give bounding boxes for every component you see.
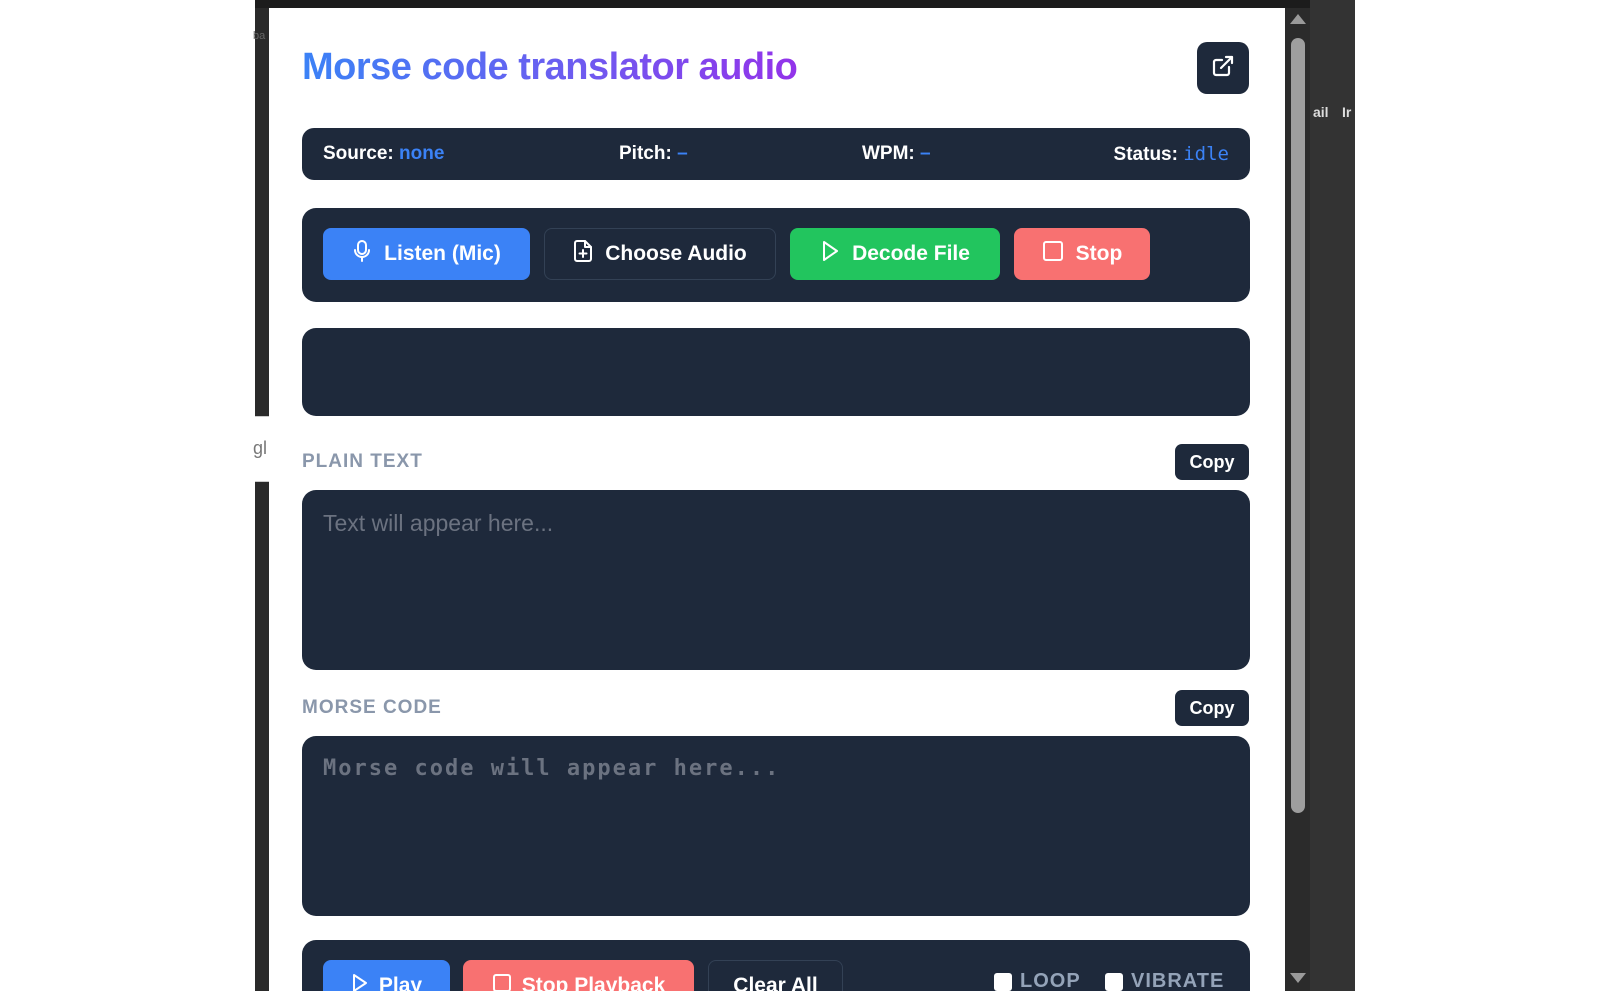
stop-playback-label: Stop Playback xyxy=(521,974,666,991)
loop-label: LOOP xyxy=(1020,970,1081,991)
play-button[interactable]: Play xyxy=(323,960,450,991)
playback-bar: Play Stop Playback Clear All LOOP VIBRAT… xyxy=(302,940,1250,991)
open-external-button[interactable] xyxy=(1197,42,1249,94)
signal-visualizer xyxy=(302,328,1250,416)
scrollbar[interactable] xyxy=(1286,8,1310,991)
stop-square-icon xyxy=(492,973,512,991)
background-text: gl xyxy=(253,438,268,458)
listen-mic-label: Listen (Mic) xyxy=(384,242,501,265)
vibrate-checkbox[interactable] xyxy=(1105,972,1123,991)
stop-square-icon xyxy=(1042,240,1064,268)
background-top-strip xyxy=(255,0,1355,8)
status-value: idle xyxy=(1183,143,1229,165)
loop-option: LOOP xyxy=(994,970,1081,991)
stop-playback-button[interactable]: Stop Playback xyxy=(463,960,694,991)
play-label: Play xyxy=(378,974,423,991)
scroll-down-arrow-icon[interactable] xyxy=(1290,973,1306,983)
external-link-icon xyxy=(1211,54,1235,83)
status-stat: Status: idle xyxy=(1114,143,1229,166)
action-bar: Listen (Mic) Choose Audio Decode File St… xyxy=(302,208,1250,302)
scroll-up-arrow-icon[interactable] xyxy=(1290,14,1306,24)
loop-checkbox[interactable] xyxy=(994,972,1012,991)
morse-code-area[interactable] xyxy=(302,736,1250,916)
choose-audio-button[interactable]: Choose Audio xyxy=(544,228,776,280)
wpm-value: – xyxy=(920,143,931,164)
wpm-stat: WPM: – xyxy=(862,143,931,165)
pitch-value: – xyxy=(677,143,688,164)
background-right-strip xyxy=(1310,0,1355,991)
pitch-label: Pitch: xyxy=(619,143,672,164)
microphone-icon xyxy=(352,239,372,269)
clear-all-button[interactable]: Clear All xyxy=(708,960,843,991)
morse-code-label: MORSE CODE xyxy=(302,697,442,718)
clear-all-label: Clear All xyxy=(733,974,818,991)
translator-panel: Morse code translator audio Source: none… xyxy=(269,8,1285,991)
decode-file-button[interactable]: Decode File xyxy=(790,228,1000,280)
background-text: ail xyxy=(1313,104,1329,120)
play-icon xyxy=(351,973,369,991)
choose-audio-label: Choose Audio xyxy=(605,242,747,265)
vibrate-label: VIBRATE xyxy=(1131,970,1225,991)
stop-label: Stop xyxy=(1075,242,1123,265)
wpm-label: WPM: xyxy=(862,143,915,164)
play-icon xyxy=(820,240,840,268)
status-label: Status: xyxy=(1113,144,1178,165)
file-plus-icon xyxy=(573,239,593,269)
page-title: Morse code translator audio xyxy=(302,46,798,88)
vibrate-option: VIBRATE xyxy=(1105,970,1224,991)
status-bar: Source: none Pitch: – WPM: – Status: idl… xyxy=(302,128,1250,180)
decode-file-label: Decode File xyxy=(852,242,970,265)
source-value: none xyxy=(399,143,445,164)
copy-morse-code-button[interactable]: Copy xyxy=(1175,690,1249,726)
background-text: ba xyxy=(253,30,266,42)
scrollbar-thumb[interactable] xyxy=(1291,38,1305,813)
background-text: Ir xyxy=(1342,104,1352,120)
plain-text-label: PLAIN TEXT xyxy=(302,451,423,472)
pitch-stat: Pitch: – xyxy=(619,143,688,165)
source-label: Source: xyxy=(323,143,394,164)
copy-plain-text-button[interactable]: Copy xyxy=(1175,444,1249,480)
stop-button[interactable]: Stop xyxy=(1014,228,1150,280)
plain-text-area[interactable] xyxy=(302,490,1250,670)
source-stat: Source: none xyxy=(323,143,444,165)
listen-mic-button[interactable]: Listen (Mic) xyxy=(323,228,530,280)
